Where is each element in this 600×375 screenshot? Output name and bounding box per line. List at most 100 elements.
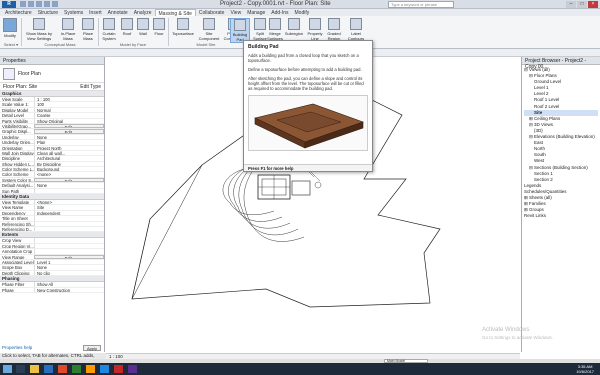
project-browser: Project Browser - Project2 - Copy.00... … [521,57,600,352]
divider [168,18,169,46]
watermark-subtitle: Go to Settings to activate Windows. [482,335,554,340]
panel-label-conceptual-mass: Conceptual Mass [44,42,76,47]
property-value[interactable]: None [34,134,104,140]
property-value[interactable]: Plan [34,140,104,145]
toposurface-button[interactable]: Toposurface [170,18,196,36]
illustrator-icon[interactable] [86,365,95,373]
back-icon[interactable] [16,365,25,373]
property-value[interactable] [34,249,104,254]
tab-structure[interactable]: Structure [35,9,61,16]
roof-by-face-button[interactable]: Roof [120,18,134,36]
photoshop-icon[interactable] [100,365,109,373]
in-place-mass-button[interactable]: In-Place Mass [58,18,78,41]
place-mass-button[interactable]: Place Mass [80,18,96,41]
property-value[interactable]: Background [34,167,104,172]
property-value[interactable]: Clean all wall... [34,150,104,156]
instance-label[interactable]: Floor Plan: Site [3,84,37,90]
apply-button[interactable]: Apply [83,345,101,351]
property-value[interactable] [34,243,104,249]
tab-collaborate[interactable]: Collaborate [196,9,228,16]
redo-icon[interactable] [44,1,50,7]
tab-modify[interactable]: Modify [292,9,313,16]
minimize-button[interactable]: – [566,1,576,8]
windows-start-icon[interactable] [3,365,12,373]
property-value[interactable]: 1 : 100 [34,97,104,102]
edit-button[interactable]: Edit... [34,129,104,134]
revit-taskbar-icon[interactable] [128,365,137,373]
property-value[interactable] [34,238,104,243]
browser-item[interactable]: Revit Links [524,213,598,219]
property-value[interactable] [34,188,104,194]
property-value[interactable]: None [34,183,104,188]
property-value[interactable]: Normal [34,107,104,113]
curtain-system-button[interactable]: Curtain System [100,18,118,41]
site-component-button[interactable]: Site Component [198,18,220,41]
edit-button[interactable]: Edit... [34,123,104,129]
tab-insert[interactable]: Insert [86,9,105,16]
merge-surfaces-button[interactable]: Merge Surfaces [266,18,284,41]
property-line-button[interactable]: Property Line [306,18,324,41]
property-value[interactable]: Project North [34,145,104,150]
close-button[interactable]: × [588,1,598,8]
property-value[interactable]: 100 [34,102,104,107]
maximize-button[interactable]: □ [577,1,587,8]
excel-icon[interactable] [72,365,81,373]
activate-windows-watermark: Activate Windows Go to Settings to activ… [482,327,553,341]
edit-button[interactable]: Edit... [34,254,104,259]
chrome-icon[interactable] [58,365,67,373]
graded-region-button[interactable]: Graded Region [324,18,344,41]
properties-help-link[interactable]: Properties help [2,345,32,350]
search-input[interactable]: Type a keyword or phrase [388,1,454,8]
tab-manage[interactable]: Manage [244,9,268,16]
show-mass-button[interactable]: Show Mass by View Settings [24,18,54,41]
wall-by-face-button[interactable]: Wall [136,18,150,36]
tab-architecture[interactable]: Architecture [2,9,35,16]
building-pad-3d-icon [254,103,364,149]
property-value[interactable]: None [34,265,104,270]
tab-analyze[interactable]: Analyze [131,9,155,16]
tab-annotate[interactable]: Annotate [105,9,131,16]
save-icon[interactable] [28,1,34,7]
property-row[interactable]: Phase New Construction [0,287,104,293]
property-value[interactable] [34,216,104,221]
tab-add-ins[interactable]: Add-Ins [268,9,291,16]
property-value[interactable]: New Construction [34,287,104,292]
revit-logo[interactable]: R [2,1,16,8]
property-value[interactable]: Independent [34,210,104,216]
acrobat-icon[interactable] [114,365,123,373]
panel-label-model-site: Model Site [196,42,216,47]
properties-header: Properties [0,57,104,65]
floor-by-face-button[interactable]: Floor [152,18,166,36]
subregion-button[interactable]: Subregion [284,18,304,36]
ie-icon[interactable] [44,365,53,373]
modify-button[interactable]: Modify [2,18,18,38]
property-value[interactable] [34,226,104,232]
undo-icon[interactable] [36,1,42,7]
tab-systems[interactable]: Systems [61,9,86,16]
label-contours-button[interactable]: Label Contours [346,18,366,41]
property-value[interactable]: By Discipline [34,161,104,167]
edit-type-button[interactable]: Edit Type [80,84,101,90]
property-value[interactable]: <none> [34,172,104,177]
property-value[interactable]: <None> [34,200,104,205]
file-explorer-icon[interactable] [30,365,39,373]
building-annex[interactable] [291,180,311,196]
property-value[interactable]: Architectural [34,156,104,161]
property-value[interactable]: Level 1 [34,259,104,265]
property-value[interactable]: Show Original [34,118,104,123]
browser-item[interactable]: ⊟ Sections (Building Section) [524,165,598,171]
property-value[interactable]: Site [34,205,104,210]
property-value[interactable]: No clip [34,270,104,276]
print-icon[interactable] [52,1,58,7]
property-value[interactable] [34,221,104,226]
tab-massing-site[interactable]: Massing & Site [154,9,196,17]
system-clock[interactable]: 3:35 AM 19/6/2017 [576,364,594,374]
property-value[interactable]: Show All [34,282,104,287]
property-key: Crop View [2,238,22,243]
tab-view[interactable]: View [227,9,244,16]
edit-button[interactable]: Edit... [34,177,104,183]
panel-label-select[interactable]: Select ▾ [2,42,20,47]
type-selector[interactable]: Floor Plan [0,65,104,83]
open-icon[interactable] [20,1,26,7]
property-value[interactable]: Coarse [34,113,104,118]
